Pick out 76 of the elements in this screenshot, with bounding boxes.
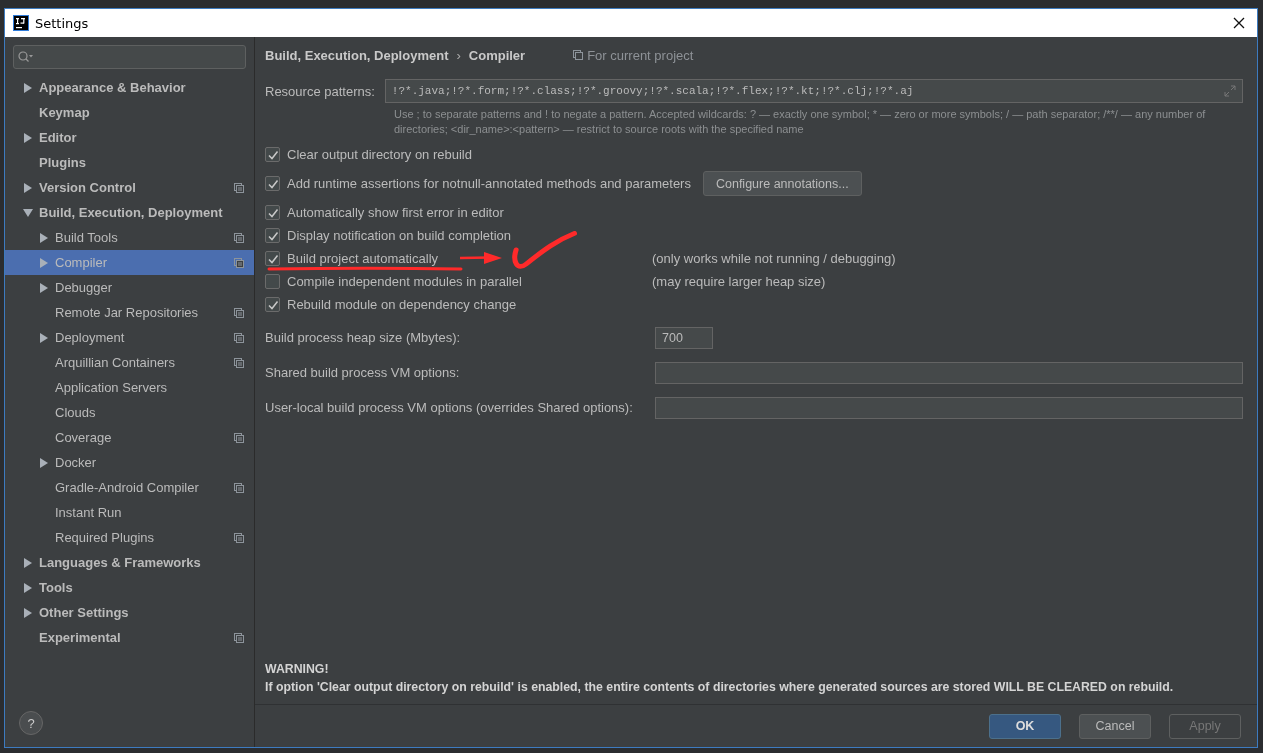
- vm-options-field[interactable]: [655, 396, 1243, 419]
- dialog-button[interactable]: OK: [989, 713, 1061, 739]
- collapsed-arrow-icon[interactable]: [23, 582, 33, 593]
- close-icon[interactable]: [1233, 17, 1245, 29]
- collapsed-arrow-icon[interactable]: [23, 182, 33, 193]
- tree-item[interactable]: Build Tools: [5, 225, 254, 250]
- tree-item[interactable]: Instant Run: [5, 500, 254, 525]
- checkbox[interactable]: [265, 297, 280, 312]
- tree-item[interactable]: Docker: [5, 450, 254, 475]
- tree-item[interactable]: Experimental: [5, 625, 254, 650]
- checkbox-label[interactable]: Add runtime assertions for notnull-annotated methods and parameters: [287, 176, 691, 191]
- collapsed-arrow-icon[interactable]: [23, 607, 33, 618]
- help-text: Use ; to separate patterns and ! to negate a pattern. Accepted wildcards: ? — exactly one symbol; * — zero or more symbols; / — path separator; /**/ — any number of directories; <dir_name>:<pattern> — restrict to source roots with the specified name: [394, 107, 1207, 137]
- checkbox[interactable]: [265, 251, 280, 266]
- search-icon: [18, 51, 34, 63]
- tree-item[interactable]: Required Plugins: [5, 525, 254, 550]
- checkbox[interactable]: [265, 147, 280, 162]
- collapsed-arrow-icon[interactable]: [23, 557, 33, 568]
- window-title: Settings: [35, 15, 89, 31]
- breadcrumb-item: Build, Execution, Deployment: [265, 47, 449, 63]
- tree-item[interactable]: Gradle-Android Compiler: [5, 475, 254, 500]
- warning-title: WARNING!: [265, 661, 330, 678]
- checkbox-label[interactable]: Compile independent modules in parallel: [287, 274, 522, 289]
- tree-item[interactable]: Keymap: [5, 100, 254, 125]
- tree-item[interactable]: Languages & Frameworks: [5, 550, 254, 575]
- collapsed-arrow-icon[interactable]: [39, 282, 49, 293]
- breadcrumb-separator: ›: [456, 47, 461, 63]
- tree-item[interactable]: Version Control: [5, 175, 254, 200]
- search-field[interactable]: [13, 45, 246, 69]
- option-note: (only works while not running / debugging): [652, 251, 896, 266]
- collapsed-arrow-icon[interactable]: [23, 132, 33, 143]
- checkbox-label[interactable]: Rebuild module on dependency change: [287, 297, 517, 312]
- annotation-checkmark: [511, 231, 577, 271]
- field-label: User-local build process VM options (overrides Shared options):: [265, 400, 633, 415]
- collapsed-arrow-icon[interactable]: [39, 232, 49, 243]
- heap-size-field[interactable]: 700: [655, 326, 713, 349]
- field-label: Build process heap size (Mbytes):: [265, 330, 461, 345]
- app-logo-icon: [13, 15, 29, 31]
- field-label: Resource patterns:: [265, 83, 375, 99]
- collapsed-arrow-icon[interactable]: [39, 332, 49, 343]
- tree-item[interactable]: Other Settings: [5, 600, 254, 625]
- tree-item[interactable]: Deployment: [5, 325, 254, 350]
- field-label: Shared build process VM options:: [265, 365, 460, 380]
- checkbox[interactable]: [265, 274, 280, 289]
- configure-annotations-button[interactable]: Configure annotations...: [702, 171, 862, 196]
- dialog-button[interactable]: Cancel: [1079, 713, 1151, 739]
- vm-options-field[interactable]: [655, 361, 1243, 384]
- checkbox[interactable]: [265, 205, 280, 220]
- scope-note: For current project: [587, 47, 694, 63]
- annotation-arrow: [460, 252, 502, 264]
- collapsed-arrow-icon[interactable]: [39, 457, 49, 468]
- checkbox[interactable]: [265, 228, 280, 243]
- tree-item[interactable]: Coverage: [5, 425, 254, 450]
- tree-item[interactable]: Build, Execution, Deployment: [5, 200, 254, 225]
- checkbox-label[interactable]: Clear output directory on rebuild: [287, 147, 472, 162]
- checkbox-label[interactable]: Build project automatically: [287, 251, 439, 266]
- expanded-arrow-icon[interactable]: [23, 207, 33, 218]
- tree-item[interactable]: Clouds: [5, 400, 254, 425]
- tree-item[interactable]: Application Servers: [5, 375, 254, 400]
- copy-icon: [573, 50, 584, 60]
- checkbox-label[interactable]: Display notification on build completion: [287, 228, 511, 243]
- resource-patterns-field[interactable]: !?*.java;!?*.form;!?*.class;!?*.groovy;!?*.scala;!?*.flex;!?*.kt;!?*.clj;!?*.aj: [384, 79, 1243, 103]
- checkbox[interactable]: [265, 176, 280, 191]
- option-note: (may require larger heap size): [652, 274, 826, 289]
- tree-item[interactable]: Editor: [5, 125, 254, 150]
- tree-item[interactable]: Plugins: [5, 150, 254, 175]
- tree-item[interactable]: Debugger: [5, 275, 254, 300]
- tree-item[interactable]: Remote Jar Repositories: [5, 300, 254, 325]
- collapsed-arrow-icon[interactable]: [23, 82, 33, 93]
- help-button[interactable]: ?: [19, 711, 43, 735]
- tree-item[interactable]: Tools: [5, 575, 254, 600]
- warning-text: If option 'Clear output directory on rebuild' is enabled, the entire contents of directories where generated sources are stored WILL BE CLEARED on rebuild.: [265, 679, 1175, 696]
- tree-item[interactable]: Arquillian Containers: [5, 350, 254, 375]
- checkbox-label[interactable]: Automatically show first error in editor: [287, 205, 504, 220]
- breadcrumb-item: Compiler: [468, 47, 526, 63]
- tree-item[interactable]: Appearance & Behavior: [5, 75, 254, 100]
